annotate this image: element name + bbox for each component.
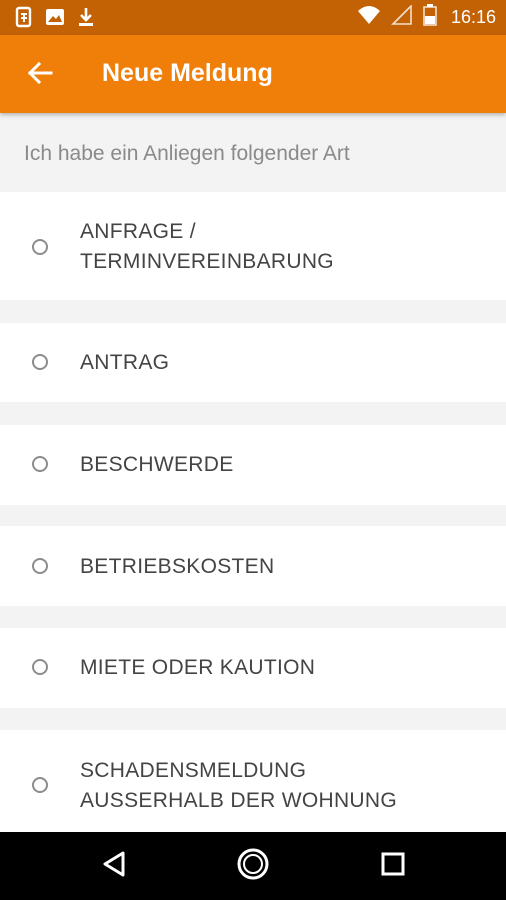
signal-icon [391,3,413,30]
radio-button[interactable] [32,659,48,675]
option-miete-oder-kaution[interactable]: MIETE ODER KAUTION [0,628,506,708]
option-schadensmeldung[interactable]: SCHADENSMELDUNG AUSSERHALB DER WOHNUNG [0,730,506,832]
radio-button[interactable] [32,239,48,255]
radio-button[interactable] [32,558,48,574]
option-betriebskosten[interactable]: BETRIEBSKOSTEN [0,526,506,606]
option-anfrage[interactable]: ANFRAGE / TERMINVEREINBARUNG [0,192,506,300]
back-button[interactable] [22,57,58,93]
image-icon [44,7,66,32]
status-right-icons: 16:16 [357,3,496,31]
option-label-line1: SCHADENSMELDUNG [80,759,307,782]
radio-button[interactable] [32,354,48,370]
option-antrag[interactable]: ANTRAG [0,323,506,402]
option-label: BETRIEBSKOSTEN [80,555,275,578]
status-bar: 16:16 [0,0,506,35]
download-icon [76,6,96,33]
home-circle-icon [236,847,270,886]
option-label: SCHADENSMELDUNG AUSSERHALB DER WOHNUNG [80,756,397,816]
option-label: BESCHWERDE [80,453,234,476]
recents-square-icon [380,851,406,882]
page-title: Neue Meldung [102,59,273,87]
arrow-left-icon [27,61,53,90]
status-left-icons [14,6,96,33]
app-bar: Neue Meldung [0,35,506,113]
option-label-line1: ANFRAGE / [80,220,196,243]
battery-icon [423,3,437,31]
sim-card-icon [14,6,34,33]
back-triangle-icon [101,850,127,883]
wifi-icon [357,5,381,30]
nav-back-button[interactable] [94,846,134,886]
option-label: ANTRAG [80,351,170,374]
nav-home-button[interactable] [233,846,273,886]
navigation-bar [0,832,506,900]
status-time: 16:16 [450,6,496,27]
option-beschwerde[interactable]: BESCHWERDE [0,425,506,505]
radio-button[interactable] [32,456,48,472]
option-label-line2: TERMINVEREINBARUNG [80,250,334,273]
option-label: ANFRAGE / TERMINVEREINBARUNG [80,217,334,277]
nav-recents-button[interactable] [373,846,413,886]
subheader-text: Ich habe ein Anliegen folgender Art [24,142,350,165]
option-label: MIETE ODER KAUTION [80,656,316,679]
subheader: Ich habe ein Anliegen folgender Art [0,113,506,191]
radio-button[interactable] [32,777,48,793]
option-label-line2: AUSSERHALB DER WOHNUNG [80,789,397,812]
